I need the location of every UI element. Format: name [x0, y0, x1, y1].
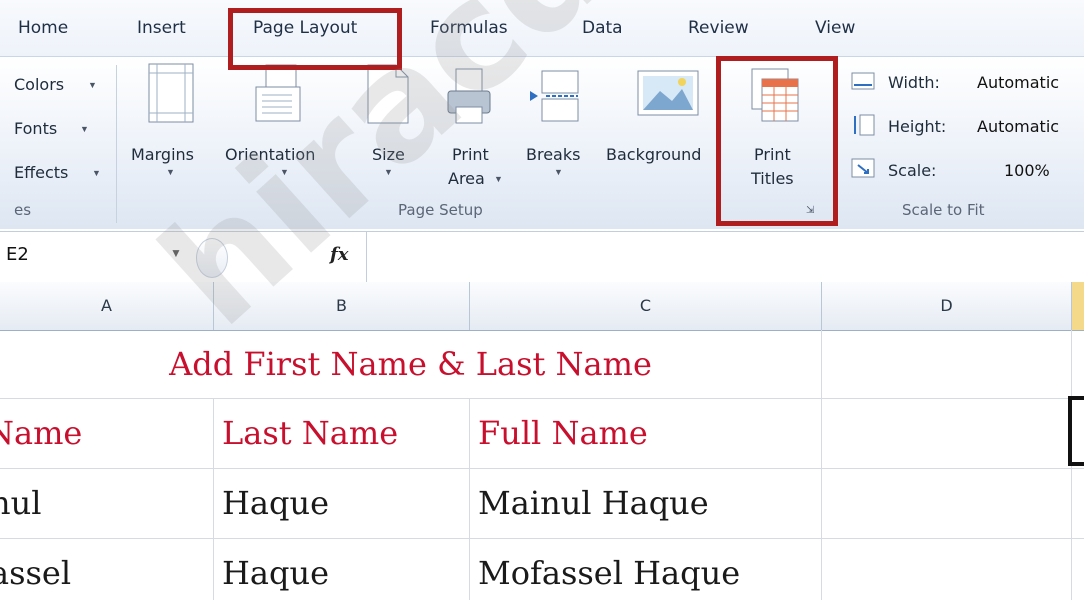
full-name-cell[interactable]: Mofassel Haque — [470, 538, 822, 600]
print-area-button-line2[interactable]: Area — [448, 169, 485, 188]
breaks-button[interactable]: Breaks — [526, 145, 580, 164]
table-row: nul Haque Mainul Haque — [0, 468, 1084, 539]
chevron-down-icon: ▼ — [166, 167, 175, 177]
table-row: Name Last Name Full Name — [0, 396, 1084, 469]
scale-label: Scale: — [888, 161, 937, 180]
height-icon — [850, 113, 878, 142]
formula-bar: E2 ▼ fx — [0, 231, 1084, 283]
background-icon — [636, 69, 700, 122]
theme-fonts-button[interactable]: Fonts — [14, 119, 57, 138]
header-cell-full-name[interactable]: Full Name — [470, 398, 822, 468]
orientation-icon — [254, 63, 306, 130]
cell-d4[interactable] — [822, 538, 1072, 600]
column-header-b[interactable]: B — [214, 282, 470, 330]
orientation-button[interactable]: Orientation — [225, 145, 315, 164]
size-button[interactable]: Size — [372, 145, 405, 164]
formula-divider — [366, 232, 367, 282]
scale-to-fit-group-label: Scale to Fit — [902, 201, 985, 219]
page-setup-group-label: Page Setup — [398, 201, 483, 219]
scale-spinner[interactable]: 100% — [1004, 161, 1050, 180]
themes-group-label: es — [14, 201, 32, 219]
cell-d2[interactable] — [822, 398, 1072, 468]
active-cell-selection[interactable] — [1068, 396, 1084, 466]
breaks-icon — [528, 69, 582, 128]
scale-icon — [850, 157, 878, 186]
first-name-cell[interactable]: nul — [0, 468, 214, 538]
sheet-title-cell[interactable]: Add First Name & Last Name — [0, 330, 822, 398]
background-button[interactable]: Background — [606, 145, 701, 164]
margins-button[interactable]: Margins — [131, 145, 194, 164]
table-row: assel Haque Mofassel Haque — [0, 538, 1084, 600]
column-header-d[interactable]: D — [822, 282, 1072, 330]
chevron-down-icon: ▼ — [92, 168, 101, 178]
column-header-a[interactable]: A — [0, 282, 214, 330]
ribbon-panel: Colors ▼ Fonts ▼ Effects ▼ es Margins ▼ … — [0, 56, 1084, 229]
tab-view[interactable]: View — [815, 18, 855, 38]
table-row: Add First Name & Last Name — [0, 330, 1084, 399]
highlight-box-page-layout — [228, 8, 402, 70]
chevron-down-icon: ▼ — [88, 80, 97, 90]
height-select[interactable]: Automatic — [977, 117, 1059, 136]
chevron-down-icon[interactable]: ▼ — [170, 246, 182, 260]
chevron-down-icon: ▼ — [554, 167, 563, 177]
last-name-cell[interactable]: Haque — [214, 538, 470, 600]
cell-d1[interactable] — [822, 330, 1072, 398]
tab-home[interactable]: Home — [18, 18, 68, 38]
highlight-box-print-titles — [716, 56, 838, 226]
chevron-down-icon: ▼ — [280, 167, 289, 177]
width-label: Width: — [888, 73, 940, 92]
height-label: Height: — [888, 117, 947, 136]
header-cell-first-name[interactable]: Name — [0, 398, 214, 468]
size-icon — [366, 63, 410, 130]
column-header-e-selected[interactable] — [1072, 282, 1084, 330]
tab-review[interactable]: Review — [688, 18, 749, 38]
width-select[interactable]: Automatic — [977, 73, 1059, 92]
chevron-down-icon: ▼ — [80, 124, 89, 134]
tab-data[interactable]: Data — [582, 18, 623, 38]
width-icon — [850, 71, 878, 98]
chevron-down-icon: ▼ — [384, 167, 393, 177]
full-name-cell[interactable]: Mainul Haque — [470, 468, 822, 538]
function-icon[interactable]: fx — [330, 244, 348, 265]
cell-d3[interactable] — [822, 468, 1072, 538]
first-name-cell[interactable]: assel — [0, 538, 214, 600]
group-divider — [116, 65, 117, 223]
ribbon-tab-bar: Home Insert Page Layout Formulas Data Re… — [0, 0, 1084, 56]
theme-effects-button[interactable]: Effects — [14, 163, 68, 182]
tab-formulas[interactable]: Formulas — [430, 18, 508, 38]
chevron-down-icon: ▼ — [494, 174, 503, 184]
column-header-c[interactable]: C — [470, 282, 822, 330]
print-area-button-line1[interactable]: Print — [452, 145, 489, 164]
splitter-handle[interactable] — [196, 238, 228, 278]
header-cell-last-name[interactable]: Last Name — [214, 398, 470, 468]
column-header-row: A B C D — [0, 282, 1084, 331]
last-name-cell[interactable]: Haque — [214, 468, 470, 538]
print-area-icon — [446, 67, 492, 130]
name-box[interactable]: E2 — [6, 244, 29, 265]
margins-icon — [148, 63, 194, 128]
theme-colors-button[interactable]: Colors — [14, 75, 64, 94]
tab-insert[interactable]: Insert — [137, 18, 186, 38]
